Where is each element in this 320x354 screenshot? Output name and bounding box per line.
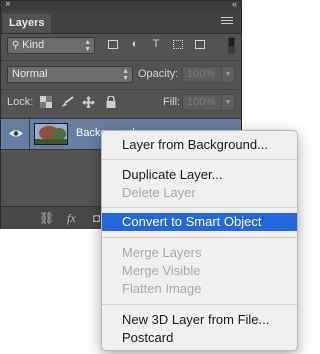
eye-icon xyxy=(9,130,23,137)
filter-kind-select[interactable]: ⚲ Kind ▲ ▼ xyxy=(7,37,95,54)
fill-dropdown-icon[interactable]: ▼ xyxy=(221,94,235,111)
panel-menu-icon[interactable] xyxy=(221,17,233,26)
lock-label: Lock: xyxy=(7,96,34,108)
menu-item-new-3d-layer-from-file[interactable]: New 3D Layer from File... xyxy=(102,311,297,329)
tab-bar: Layers xyxy=(1,11,241,34)
menu-separator xyxy=(102,304,297,305)
search-icon: ⚲ xyxy=(12,40,23,51)
visibility-toggle[interactable] xyxy=(1,119,30,149)
stepper-arrows-icon: ▲ ▼ xyxy=(122,68,129,82)
tab-layers[interactable]: Layers xyxy=(3,14,51,33)
menu-item-flatten-image: Flatten Image xyxy=(122,281,202,296)
menu-item-delete-layer: Delete Layer xyxy=(122,185,196,200)
blend-mode-select[interactable]: Normal ▲ ▼ xyxy=(7,66,133,83)
menu-separator xyxy=(102,207,297,208)
lock-all-icon[interactable] xyxy=(106,96,116,108)
blend-row: Normal ▲ ▼ Opacity: 100% ▼ xyxy=(7,66,235,84)
pixel-filter-icon[interactable] xyxy=(107,39,119,50)
menu-separator xyxy=(102,159,297,160)
menu-item-layer-from-background[interactable]: Layer from Background... xyxy=(102,136,297,154)
context-menu: Layer from Background... Duplicate Layer… xyxy=(101,130,298,351)
mask-icon[interactable]: ◘ xyxy=(93,211,100,225)
smart-object-filter-icon[interactable] xyxy=(194,39,206,50)
adjustment-filter-icon[interactable]: ◐ xyxy=(129,39,141,50)
lock-transparent-pixels-icon[interactable] xyxy=(40,96,52,108)
menu-separator xyxy=(102,237,297,238)
filter-kind-label: Kind xyxy=(22,39,45,51)
shape-filter-icon[interactable] xyxy=(172,39,184,50)
menu-item-merge-visible: Merge Visible xyxy=(122,263,201,278)
menu-item-convert-to-smart-object[interactable]: Convert to Smart Object xyxy=(102,213,297,231)
lock-position-icon[interactable] xyxy=(82,96,95,108)
lock-row: Lock: Fill: 100% ▼ xyxy=(7,94,235,112)
tree-photo-thumbnail xyxy=(35,124,67,144)
stepper-arrows-icon: ▲ ▼ xyxy=(84,39,91,53)
fill-label: Fill: xyxy=(163,96,181,108)
collapse-panel-icon[interactable]: « xyxy=(232,0,237,9)
opacity-label: Opacity: xyxy=(138,68,179,80)
divider xyxy=(1,60,241,61)
blend-mode-value: Normal xyxy=(12,68,48,80)
panel-title-strip: × « xyxy=(1,0,241,11)
close-panel-icon[interactable]: × xyxy=(5,0,11,10)
fill-input[interactable]: 100% xyxy=(182,94,222,111)
filter-toggle[interactable] xyxy=(228,37,235,54)
menu-item-postcard[interactable]: Postcard xyxy=(102,329,297,347)
opacity-dropdown-icon[interactable]: ▼ xyxy=(221,66,235,83)
menu-item-merge-layers: Merge Layers xyxy=(122,245,202,260)
divider xyxy=(1,89,241,90)
opacity-input[interactable]: 100% xyxy=(182,66,222,83)
type-filter-icon[interactable]: T xyxy=(150,39,162,50)
lock-image-pixels-icon[interactable] xyxy=(60,96,74,108)
fx-icon[interactable]: fx xyxy=(67,211,76,226)
layer-thumbnail xyxy=(34,123,68,145)
filter-row: ⚲ Kind ▲ ▼ ◐ T xyxy=(7,37,235,55)
link-icon[interactable]: ⛓ xyxy=(39,211,54,225)
menu-item-duplicate-layer[interactable]: Duplicate Layer... xyxy=(102,166,297,184)
